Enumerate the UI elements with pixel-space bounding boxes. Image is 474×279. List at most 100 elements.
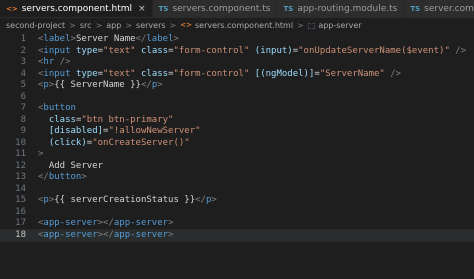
code-text: <input type="text" class="form-control" …: [38, 69, 401, 81]
code-text: <hr />: [38, 57, 71, 69]
line-number: 3: [20, 57, 26, 67]
code-token: class: [48, 114, 76, 125]
line-number: 18: [15, 229, 26, 240]
tab-servers-component-ts[interactable]: TS servers.component.ts: [152, 0, 278, 17]
code-token: "btn btn-primary": [81, 114, 174, 125]
code-token: type: [75, 68, 98, 79]
code-line[interactable]: 15 <p>{{ serverCreationStatus }}</p>: [0, 195, 474, 207]
code-token: Add Server: [38, 160, 104, 171]
breadcrumb-item[interactable]: src: [80, 21, 92, 30]
breadcrumb-item[interactable]: servers: [136, 21, 166, 30]
code-token: ></: [97, 229, 114, 240]
code-token: [(ngModel)]: [254, 68, 315, 79]
code-token: type: [75, 45, 98, 56]
code-token: {{ ServerName }}: [54, 80, 141, 90]
code-line[interactable]: 10 (click)="onCreateServer()": [0, 138, 474, 150]
line-number: 9: [20, 126, 26, 136]
breadcrumb-item[interactable]: second-project: [6, 21, 65, 30]
code-token: >: [168, 229, 174, 240]
breadcrumb: second-project > src > app > servers > <> servers…: [0, 18, 474, 32]
code-token: "text": [103, 45, 136, 56]
code-text: (click)="onCreateServer()": [38, 138, 190, 150]
tab-label: servers.component.html: [21, 3, 133, 14]
code-token: label: [43, 34, 71, 44]
code-line[interactable]: 11 >: [0, 149, 474, 161]
code-token: (input): [254, 45, 293, 56]
breadcrumb-element[interactable]: app-server: [318, 21, 361, 30]
line-number: 2: [20, 45, 26, 56]
code-text: <label>Server Name</label>: [38, 34, 179, 46]
code-line[interactable]: 7 <button: [0, 103, 474, 115]
breadcrumb-item[interactable]: app: [106, 21, 121, 30]
tab-app-routing-module-ts[interactable]: TS app-routing.module.ts: [277, 0, 405, 17]
code-token: "!allowNewServer": [108, 126, 201, 136]
code-line[interactable]: 1 <label>Server Name</label>: [0, 34, 474, 46]
tab-label: app-routing.module.ts: [297, 3, 398, 14]
code-line[interactable]: 12 Add Server: [0, 161, 474, 173]
line-number: 10: [15, 137, 26, 148]
code-line[interactable]: 4 <input type="text" class="form-control"…: [0, 69, 474, 81]
typescript-file-icon: TS: [283, 4, 294, 13]
code-text: <app-server></app-server>: [38, 230, 173, 242]
typescript-file-icon: TS: [158, 4, 169, 13]
tab-label: server.component.ts: [424, 3, 474, 14]
code-line[interactable]: 14: [0, 184, 474, 196]
code-text: <p>{{ ServerName }}</p>: [38, 80, 163, 92]
code-text: </button>: [38, 172, 87, 184]
code-token: </: [135, 34, 147, 44]
line-number: 5: [20, 80, 26, 90]
code-token: "form-control": [173, 45, 250, 56]
code-token: >: [173, 34, 179, 44]
close-icon[interactable]: ×: [138, 4, 146, 14]
code-token: </: [140, 80, 152, 90]
code-line[interactable]: 9 [disabled]="!allowNewServer": [0, 126, 474, 138]
code-line[interactable]: 8 class="btn btn-primary": [0, 115, 474, 127]
line-number: 4: [20, 68, 26, 79]
line-number: 17: [15, 218, 26, 228]
code-line[interactable]: 3 <hr />: [0, 57, 474, 69]
line-number: 14: [15, 183, 26, 194]
code-token: input: [43, 68, 71, 79]
line-number: 8: [20, 114, 26, 125]
code-token: app-server: [43, 229, 98, 240]
code-text: <p>{{ serverCreationStatus }}</p>: [38, 195, 217, 207]
code-line[interactable]: 2 <input type="text" class="form-control"…: [0, 46, 474, 58]
code-token: >: [157, 80, 163, 90]
code-token: [disabled]: [48, 126, 104, 136]
code-text: <button: [38, 103, 76, 115]
tab-servers-component-html[interactable]: <> servers.component.html ×: [0, 0, 153, 17]
code-line[interactable]: 13 </button>: [0, 172, 474, 184]
line-number: 13: [15, 172, 26, 182]
code-token: ></: [97, 218, 114, 228]
code-line[interactable]: 5 <p>{{ ServerName }}</p>: [0, 80, 474, 92]
chevron-right-icon: >: [95, 20, 103, 30]
line-number: 11: [15, 149, 26, 159]
tab-server-component-ts[interactable]: TSserver.component.ts: [404, 0, 474, 17]
code-token: >: [81, 172, 87, 182]
editor-tab-bar: <> servers.component.html × TS servers.compo…: [0, 0, 474, 18]
chevron-right-icon: >: [297, 20, 304, 30]
chevron-right-icon: >: [69, 20, 76, 30]
code-token: Server Name: [75, 34, 136, 44]
code-token: input: [43, 45, 71, 56]
code-line[interactable]: 6: [0, 92, 474, 104]
line-number: 16: [15, 206, 26, 217]
code-editor[interactable]: 1 <label>Server Name</label> 2 <input type=…: [0, 32, 474, 242]
html-file-icon: <>: [6, 4, 18, 13]
line-number: 12: [15, 160, 26, 171]
code-token: "form-control": [173, 68, 250, 79]
chevron-right-icon: >: [125, 20, 133, 30]
code-line[interactable]: 17 <app-server></app-server>: [0, 218, 474, 230]
breadcrumb-file[interactable]: servers.component.html: [195, 21, 293, 30]
html-file-icon: <>: [180, 21, 192, 29]
code-token: button: [48, 172, 82, 182]
code-token: />: [455, 45, 467, 56]
code-line[interactable]: 18 <app-server></app-server>: [0, 228, 474, 242]
code-text: Add Server: [38, 161, 103, 173]
code-text: >: [38, 149, 43, 161]
chevron-right-icon: >: [169, 20, 177, 30]
code-line[interactable]: 16: [0, 207, 474, 219]
